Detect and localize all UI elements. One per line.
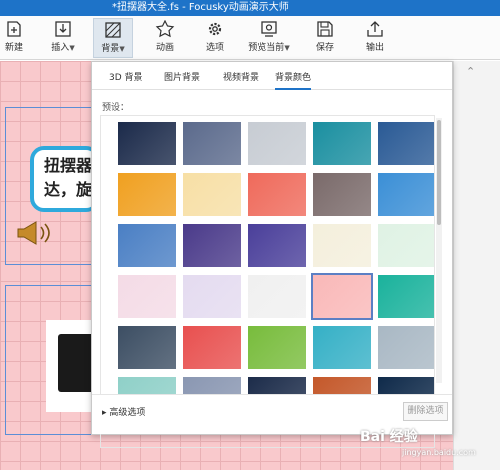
color-swatch[interactable] xyxy=(378,173,434,216)
color-swatch[interactable] xyxy=(118,122,176,165)
tab-background-color[interactable]: 背景颜色 xyxy=(275,70,312,90)
chevron-down-icon: ▼ xyxy=(119,45,125,53)
color-swatch[interactable] xyxy=(378,122,434,165)
color-swatch[interactable] xyxy=(378,275,434,318)
new-file-icon xyxy=(7,21,21,37)
insert-label: 插入 xyxy=(51,43,70,53)
insert-button[interactable]: 插入▼ xyxy=(48,18,78,58)
color-swatch[interactable] xyxy=(313,173,371,216)
chevron-up-icon[interactable]: ⌃ xyxy=(466,65,475,78)
advanced-options-toggle[interactable]: ▸ 高级选项 xyxy=(102,405,145,418)
tab-image-background[interactable]: 图片背景 xyxy=(164,70,200,83)
advanced-options-label: 高级选项 xyxy=(109,408,146,418)
watermark-url: jingyan.baidu.com xyxy=(402,448,476,457)
color-swatch[interactable] xyxy=(183,326,241,369)
save-icon xyxy=(317,21,333,37)
color-swatch[interactable] xyxy=(313,326,371,369)
color-swatch[interactable] xyxy=(313,122,371,165)
text-bubble[interactable]: 扭摆器达，旋 xyxy=(30,146,100,212)
preset-label: 预设： xyxy=(102,103,130,113)
save-button[interactable]: 保存 xyxy=(312,18,338,58)
color-swatch[interactable] xyxy=(378,224,434,267)
color-swatch[interactable] xyxy=(118,275,176,318)
new-button[interactable]: 新建 xyxy=(2,18,26,58)
background-panel: 3D 背景 图片背景 视频背景 背景颜色 预设： xyxy=(91,61,453,448)
save-label: 保存 xyxy=(315,43,334,53)
export-icon xyxy=(367,21,383,37)
preview-icon xyxy=(261,21,277,37)
color-swatch[interactable] xyxy=(118,326,176,369)
color-swatch[interactable] xyxy=(248,326,306,369)
color-swatch[interactable] xyxy=(118,173,176,216)
color-swatch[interactable] xyxy=(118,224,176,267)
color-swatch[interactable] xyxy=(248,173,306,216)
color-swatch[interactable] xyxy=(183,275,241,318)
color-swatch[interactable] xyxy=(183,122,241,165)
color-swatch[interactable] xyxy=(248,275,306,318)
background-button[interactable]: 背景▼ xyxy=(93,18,133,58)
color-swatch[interactable] xyxy=(183,224,241,267)
chevron-down-icon: ▼ xyxy=(69,44,75,52)
megaphone-icon[interactable] xyxy=(14,220,54,246)
options-button[interactable]: 选项 xyxy=(202,18,228,58)
export-label: 输出 xyxy=(365,43,384,53)
new-label: 新建 xyxy=(4,43,23,53)
chevron-down-icon: ▼ xyxy=(284,44,290,52)
tab-video-background[interactable]: 视频背景 xyxy=(223,70,259,83)
background-tabs: 3D 背景 图片背景 视频背景 背景颜色 xyxy=(92,62,452,90)
animation-button[interactable]: 动画 xyxy=(152,18,178,58)
export-button[interactable]: 输出 xyxy=(362,18,388,58)
color-swatch[interactable] xyxy=(183,173,241,216)
color-swatch[interactable] xyxy=(378,326,434,369)
insert-icon xyxy=(55,21,71,37)
preview-button[interactable]: 预览当前▼ xyxy=(244,18,294,58)
delete-option-button[interactable]: 删除选项 xyxy=(403,402,448,421)
color-swatch[interactable] xyxy=(248,224,306,267)
tab-3d-background[interactable]: 3D 背景 xyxy=(109,70,143,83)
color-swatch[interactable] xyxy=(313,224,371,267)
color-swatch[interactable] xyxy=(248,122,306,165)
right-panel: ⌃ xyxy=(453,61,500,470)
watermark: Bai 经验 xyxy=(360,429,418,445)
gear-icon xyxy=(208,22,222,36)
background-icon xyxy=(105,22,121,38)
preview-label: 预览当前 xyxy=(248,43,285,53)
options-label: 选项 xyxy=(205,43,224,53)
animation-label: 动画 xyxy=(155,43,174,53)
animation-star-icon xyxy=(155,20,175,38)
color-swatch[interactable] xyxy=(311,273,373,320)
background-label: 背景 xyxy=(101,44,120,54)
scrollbar-thumb[interactable] xyxy=(437,120,441,225)
toolbar: 新建 插入▼ 背景▼ 动画 选项 预览当前▼ 保存 输出 xyxy=(0,16,500,60)
window-title: *扭摆器大全.fs - Focusky动画演示大师 xyxy=(0,0,500,16)
